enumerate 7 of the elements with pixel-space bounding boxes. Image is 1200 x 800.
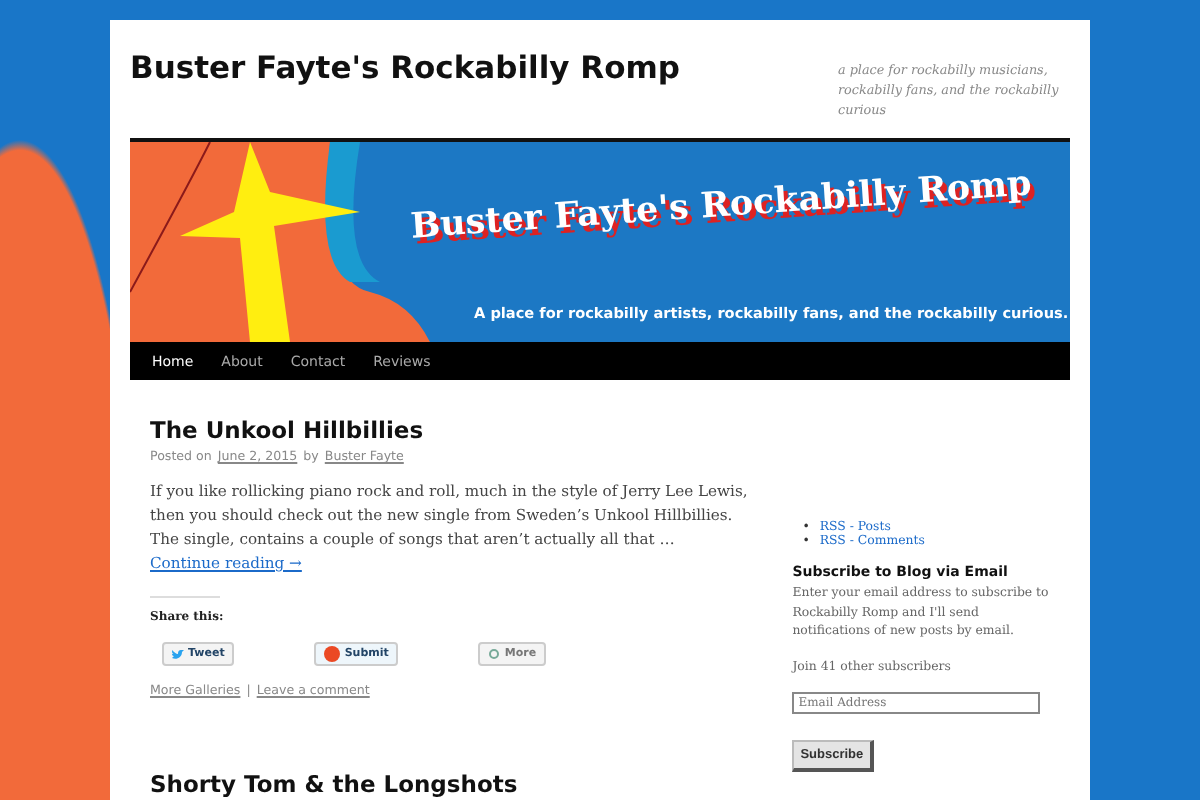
post-title[interactable]: Shorty Tom & the Longshots xyxy=(150,770,757,798)
post-title[interactable]: The Unkool Hillbillies xyxy=(150,416,757,444)
stumble-icon xyxy=(324,646,341,662)
bird-icon xyxy=(172,649,184,659)
site-title: Buster Fayte's Rockabilly Romp xyxy=(130,50,680,90)
share-icon xyxy=(488,648,501,660)
banner-title: Buster Fayte's Rockabilly Romp xyxy=(409,164,1033,248)
